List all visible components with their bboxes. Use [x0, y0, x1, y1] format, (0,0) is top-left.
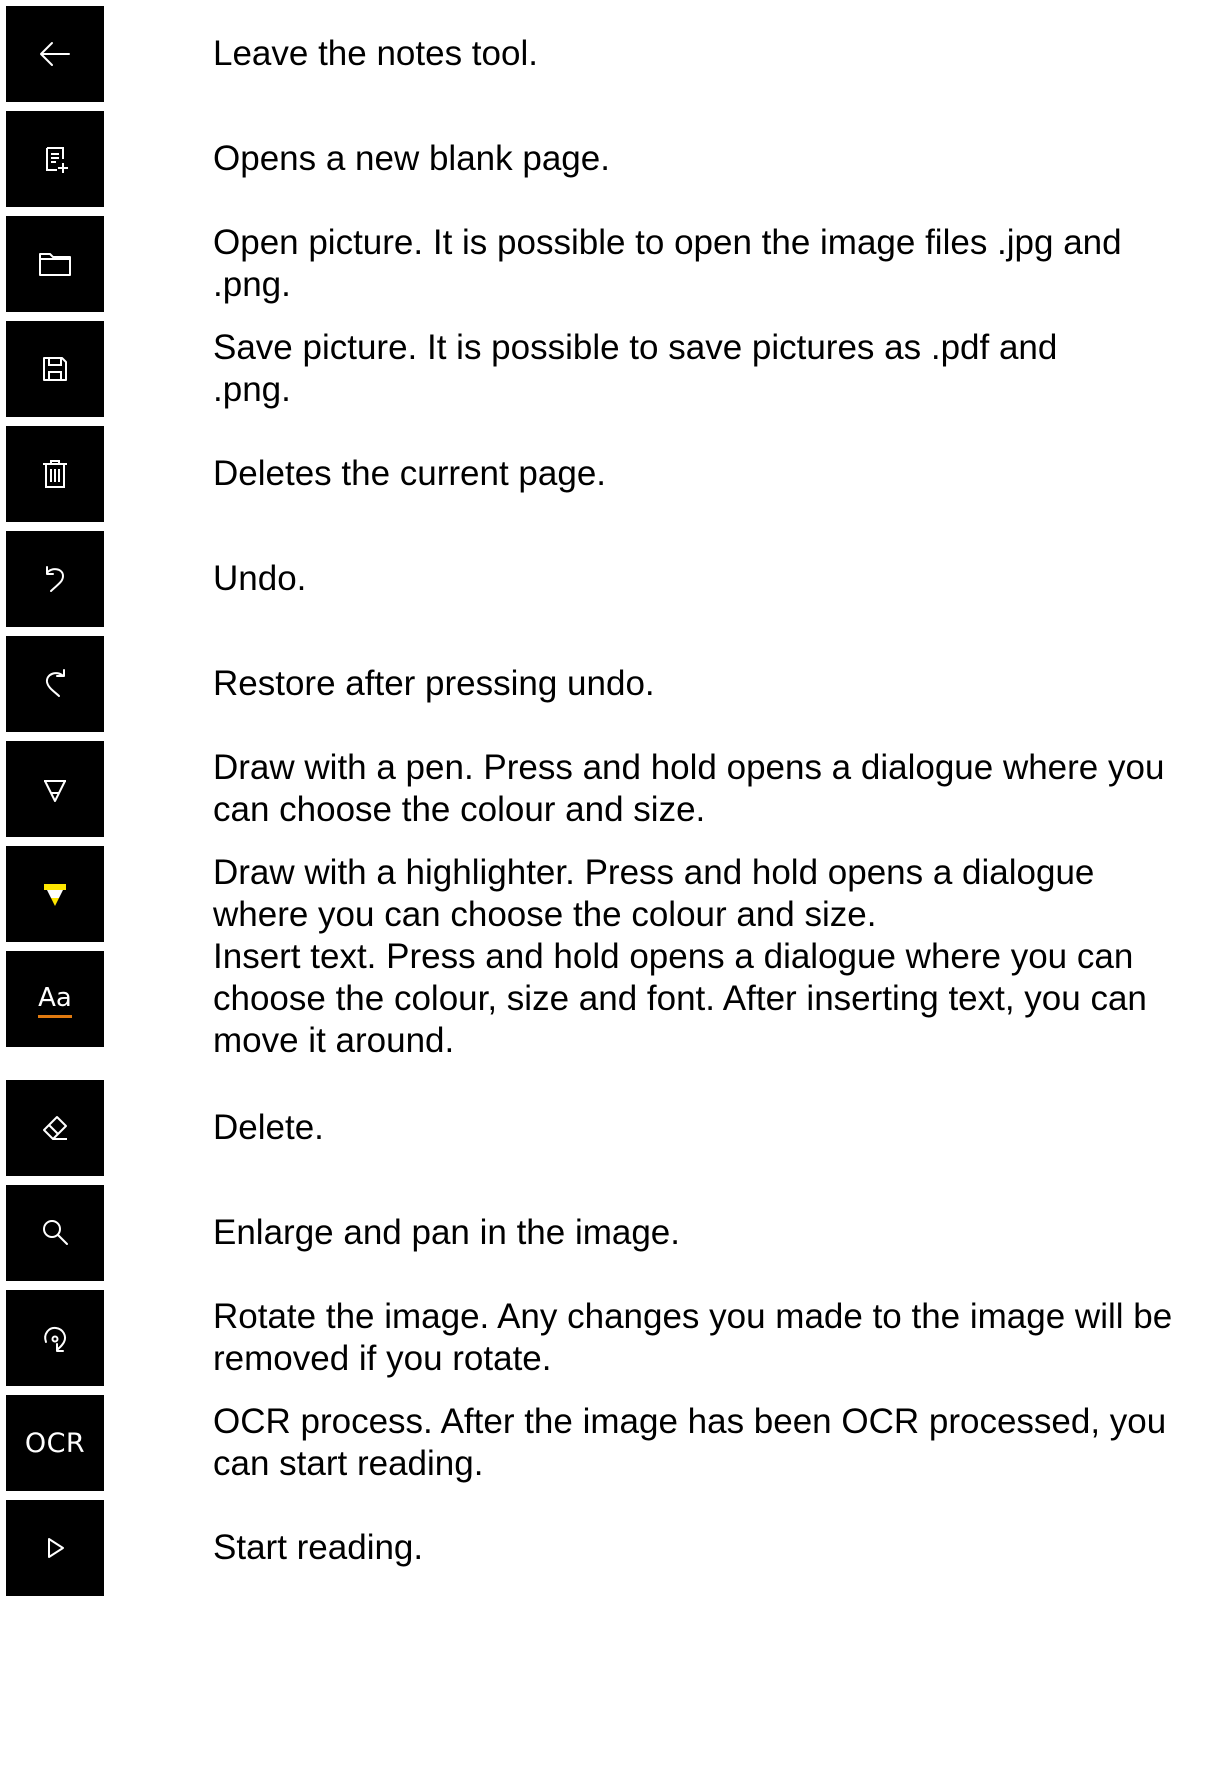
eraser-button[interactable] [6, 1080, 104, 1176]
insert-text-button[interactable]: Aa [6, 951, 104, 1047]
highlighter-icon [44, 884, 66, 906]
start-reading-button[interactable] [6, 1500, 104, 1596]
ocr-icon: OCR [24, 1427, 86, 1459]
play-icon [48, 1538, 64, 1558]
tool-description: Enlarge and pan in the image. [213, 1213, 680, 1252]
text-icon: Aa [38, 983, 72, 1018]
tool-description: Open picture. It is possible to open the… [213, 223, 1122, 304]
tool-description: Draw with a pen. Press and hold opens a … [213, 748, 1165, 829]
undo-icon [46, 566, 65, 592]
tool-description: Opens a new blank page. [213, 139, 610, 178]
tool-description: OCR process. After the image has been OC… [213, 1402, 1167, 1483]
new-page-button[interactable] [6, 111, 104, 207]
rotate-button[interactable] [6, 1290, 104, 1386]
trash-icon [43, 460, 67, 488]
save-picture-button[interactable] [6, 321, 104, 417]
undo-button[interactable] [6, 531, 104, 627]
back-arrow-icon [40, 42, 70, 66]
eraser-icon [43, 1116, 67, 1140]
tool-description: Restore after pressing undo. [213, 664, 655, 703]
ocr-button[interactable]: OCR [6, 1395, 104, 1491]
save-icon [43, 357, 67, 381]
rotate-icon [44, 1326, 66, 1352]
zoom-button[interactable] [6, 1185, 104, 1281]
tool-description: Insert text. Press and hold opens a dial… [213, 937, 1147, 1060]
highlighter-button[interactable] [6, 846, 104, 942]
tool-description: Deletes the current page. [213, 454, 607, 493]
folder-icon [39, 253, 71, 276]
redo-icon [45, 669, 65, 697]
tool-description: Leave the notes tool. [213, 34, 538, 73]
pen-icon [44, 780, 66, 802]
pen-button[interactable] [6, 741, 104, 837]
tool-description: Rotate the image. Any changes you made t… [213, 1297, 1173, 1378]
tool-description: Delete. [213, 1108, 324, 1147]
delete-page-button[interactable] [6, 426, 104, 522]
open-picture-button[interactable] [6, 216, 104, 312]
tool-description: Start reading. [213, 1528, 424, 1567]
tool-description: Save picture. It is possible to save pic… [213, 328, 1058, 409]
back-button[interactable] [6, 6, 104, 102]
tool-description: Undo. [213, 559, 307, 598]
new-page-icon [46, 147, 68, 173]
zoom-icon [43, 1220, 68, 1245]
tool-description: Draw with a highlighter. Press and hold … [213, 853, 1095, 934]
redo-button[interactable] [6, 636, 104, 732]
